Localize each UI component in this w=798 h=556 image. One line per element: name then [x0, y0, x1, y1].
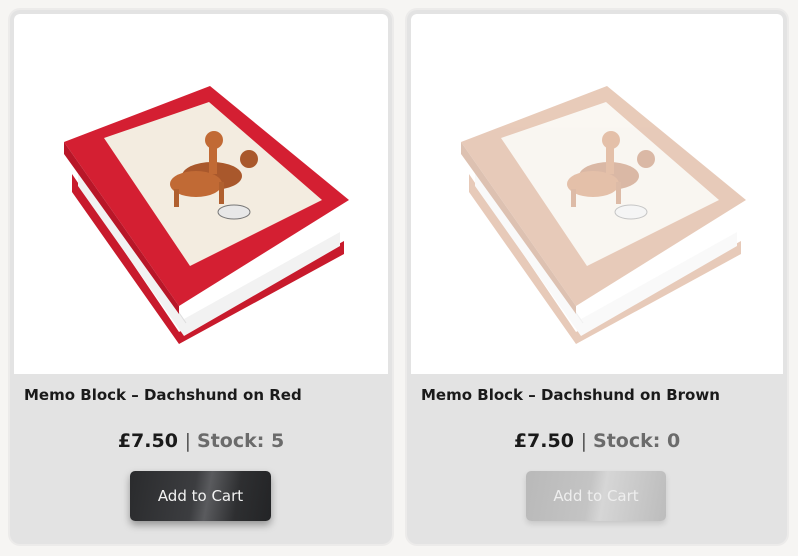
product-title[interactable]: Memo Block – Dachshund on Red — [24, 386, 302, 404]
price-separator: | — [580, 430, 594, 452]
product-price: £7.50 — [513, 430, 574, 452]
memo-block-red-image — [64, 86, 349, 344]
memo-block-brown-image — [461, 86, 746, 344]
product-card: Memo Block – Dachshund on Brown £7.50 | … — [407, 10, 787, 544]
product-image[interactable] — [411, 14, 783, 374]
product-image[interactable] — [14, 14, 388, 374]
add-to-cart-button-disabled[interactable]: Add to Cart — [526, 471, 666, 521]
add-to-cart-button[interactable]: Add to Cart — [130, 471, 271, 521]
product-grid: Memo Block – Dachshund on Red £7.50 | St… — [0, 0, 798, 556]
price-stock-row: £7.50 | Stock: 0 — [407, 430, 787, 452]
price-separator: | — [184, 430, 198, 452]
stock-count: Stock: 5 — [197, 430, 285, 452]
product-title[interactable]: Memo Block – Dachshund on Brown — [421, 386, 720, 404]
stock-count: Stock: 0 — [593, 430, 681, 452]
price-stock-row: £7.50 | Stock: 5 — [10, 430, 392, 452]
product-price: £7.50 — [117, 430, 178, 452]
product-card: Memo Block – Dachshund on Red £7.50 | St… — [10, 10, 392, 544]
